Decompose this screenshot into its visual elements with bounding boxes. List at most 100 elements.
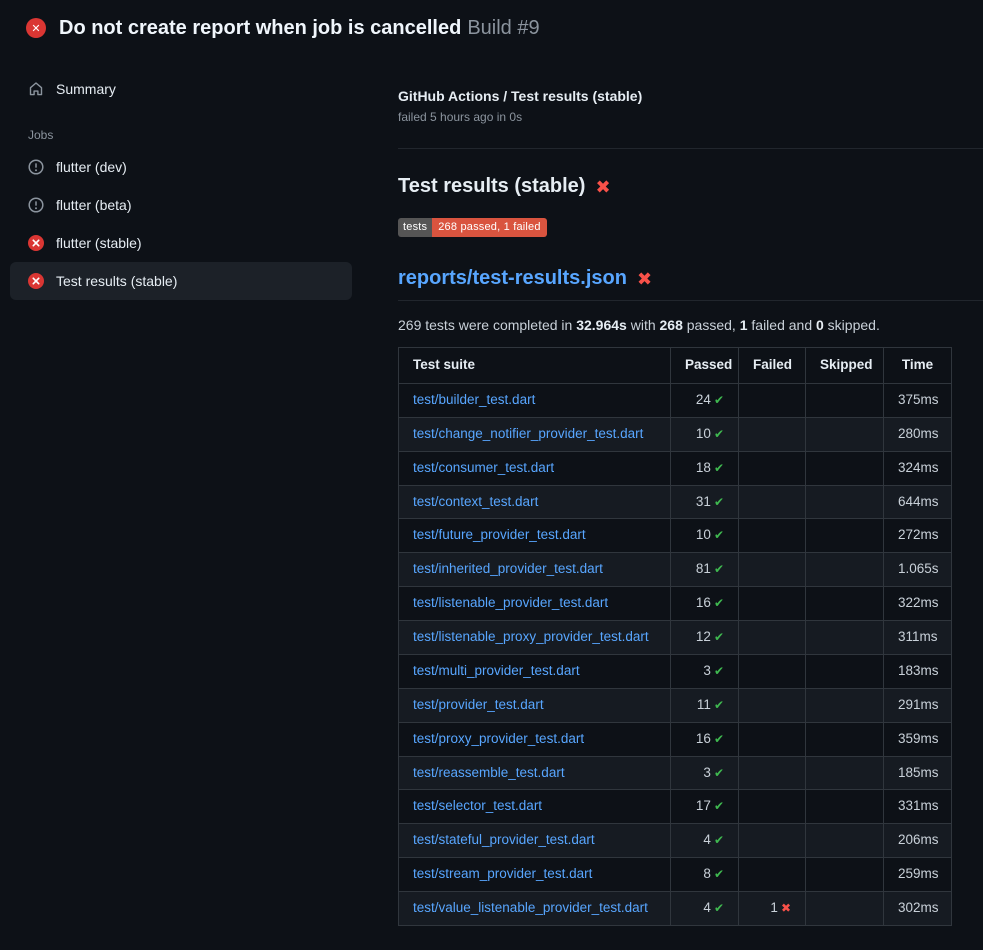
check-icon: ✔ [714, 562, 724, 576]
test-suite-link[interactable]: test/selector_test.dart [413, 798, 542, 813]
run-status-line: failed 5 hours ago in 0s [398, 110, 983, 124]
test-suite-link[interactable]: test/context_test.dart [413, 494, 538, 509]
failed-status-icon [28, 273, 44, 289]
test-suite-link[interactable]: test/multi_provider_test.dart [413, 663, 580, 678]
test-suite-link[interactable]: test/value_listenable_provider_test.dart [413, 900, 648, 915]
check-icon: ✔ [714, 596, 724, 610]
sidebar-item-label: flutter (stable) [56, 235, 142, 251]
time-value: 359ms [884, 722, 952, 756]
column-header-skipped: Skipped [806, 348, 884, 384]
sidebar-item-test-results-stable[interactable]: Test results (stable) [10, 262, 352, 300]
summary-skipped-suffix: skipped. [824, 317, 880, 333]
test-suite-link[interactable]: test/inherited_provider_test.dart [413, 561, 603, 576]
passed-count: 18 [696, 460, 711, 475]
test-suite-link[interactable]: test/change_notifier_provider_test.dart [413, 426, 643, 441]
test-suite-link[interactable]: test/listenable_proxy_provider_test.dart [413, 629, 649, 644]
test-results-table: Test suite Passed Failed Skipped Time te… [398, 347, 952, 926]
test-suite-link[interactable]: test/provider_test.dart [413, 697, 544, 712]
page-title: Do not create report when job is cancell… [59, 17, 540, 40]
table-row: test/listenable_proxy_provider_test.dart… [399, 621, 952, 655]
summary-failed-suffix: failed and [748, 317, 817, 333]
table-row: test/builder_test.dart 24✔ ✖ 375ms [399, 383, 952, 417]
check-icon: ✔ [714, 664, 724, 678]
column-header-test-suite: Test suite [399, 348, 671, 384]
failed-status-icon [28, 235, 44, 251]
report-link[interactable]: reports/test-results.json [398, 267, 627, 290]
check-run-content: GitHub Actions / Test results (stable) f… [398, 56, 983, 926]
table-row: test/multi_provider_test.dart 3✔ ✖ 183ms [399, 654, 952, 688]
check-icon: ✔ [714, 732, 724, 746]
neutral-status-icon [28, 159, 44, 175]
sidebar-item-label: flutter (beta) [56, 197, 131, 213]
time-value: 644ms [884, 485, 952, 519]
time-value: 206ms [884, 824, 952, 858]
passed-count: 81 [696, 561, 711, 576]
test-suite-link[interactable]: test/listenable_provider_test.dart [413, 595, 608, 610]
time-value: 331ms [884, 790, 952, 824]
build-number: Build #9 [467, 17, 539, 39]
passed-count: 3 [703, 663, 711, 678]
summary-skipped-count: 0 [816, 317, 824, 333]
passed-count: 31 [696, 494, 711, 509]
header-divider [398, 148, 983, 149]
table-row: test/stateful_provider_test.dart 4✔ ✖ 20… [399, 824, 952, 858]
build-header: ✕ Do not create report when job is cance… [0, 0, 983, 56]
passed-count: 17 [696, 798, 711, 813]
test-table-body: test/builder_test.dart 24✔ ✖ 375ms test/… [399, 383, 952, 925]
summary-with: with [627, 317, 660, 333]
test-suite-link[interactable]: test/reassemble_test.dart [413, 765, 565, 780]
failed-count: 1 [770, 900, 778, 915]
table-row: test/context_test.dart 31✔ ✖ 644ms [399, 485, 952, 519]
home-icon [28, 81, 44, 97]
time-value: 185ms [884, 756, 952, 790]
passed-count: 12 [696, 629, 711, 644]
time-value: 302ms [884, 892, 952, 926]
sidebar-item-flutter-beta[interactable]: flutter (beta) [10, 186, 352, 224]
sidebar: Summary Jobs flutter (dev) [0, 56, 398, 300]
badge-label: tests [398, 218, 432, 237]
badge-value: 268 passed, 1 failed [432, 218, 546, 237]
time-value: 280ms [884, 417, 952, 451]
check-icon: ✔ [714, 698, 724, 712]
column-header-time: Time [884, 348, 952, 384]
sidebar-item-label: flutter (dev) [56, 159, 127, 175]
report-heading: reports/test-results.json ✖ [398, 267, 983, 301]
failed-x-icon: ✖ [595, 178, 610, 196]
test-suite-link[interactable]: test/stream_provider_test.dart [413, 866, 592, 881]
passed-count: 16 [696, 595, 711, 610]
table-row: test/provider_test.dart 11✔ ✖ 291ms [399, 688, 952, 722]
run-title: Do not create report when job is cancell… [59, 17, 461, 39]
sidebar-item-flutter-stable[interactable]: flutter (stable) [10, 224, 352, 262]
summary-failed-count: 1 [740, 317, 748, 333]
table-row: test/consumer_test.dart 18✔ ✖ 324ms [399, 451, 952, 485]
test-suite-link[interactable]: test/consumer_test.dart [413, 460, 554, 475]
table-row: test/selector_test.dart 17✔ ✖ 331ms [399, 790, 952, 824]
passed-count: 10 [696, 426, 711, 441]
workflow-run-page: ✕ Do not create report when job is cance… [0, 0, 983, 950]
check-icon: ✔ [714, 901, 724, 915]
neutral-status-icon [28, 197, 44, 213]
tests-badge: tests 268 passed, 1 failed [398, 218, 547, 237]
test-suite-link[interactable]: test/proxy_provider_test.dart [413, 731, 584, 746]
test-suite-link[interactable]: test/builder_test.dart [413, 392, 535, 407]
check-icon: ✔ [714, 630, 724, 644]
x-icon: ✖ [781, 901, 791, 915]
table-header-row: Test suite Passed Failed Skipped Time [399, 348, 952, 384]
table-row: test/inherited_provider_test.dart 81✔ ✖ … [399, 553, 952, 587]
test-suite-link[interactable]: test/stateful_provider_test.dart [413, 832, 595, 847]
time-value: 322ms [884, 587, 952, 621]
check-title-text: Test results (stable) [398, 175, 585, 198]
passed-count: 11 [697, 697, 711, 712]
check-icon: ✔ [714, 393, 724, 407]
test-suite-link[interactable]: test/future_provider_test.dart [413, 527, 586, 542]
passed-count: 24 [696, 392, 711, 407]
time-value: 324ms [884, 451, 952, 485]
sidebar-item-flutter-dev[interactable]: flutter (dev) [10, 148, 352, 186]
check-icon: ✔ [714, 427, 724, 441]
sidebar-item-label: Test results (stable) [56, 273, 177, 289]
table-row: test/future_provider_test.dart 10✔ ✖ 272… [399, 519, 952, 553]
table-row: test/stream_provider_test.dart 8✔ ✖ 259m… [399, 858, 952, 892]
sidebar-item-summary[interactable]: Summary [10, 70, 352, 108]
passed-count: 10 [696, 527, 711, 542]
passed-count: 8 [703, 866, 711, 881]
